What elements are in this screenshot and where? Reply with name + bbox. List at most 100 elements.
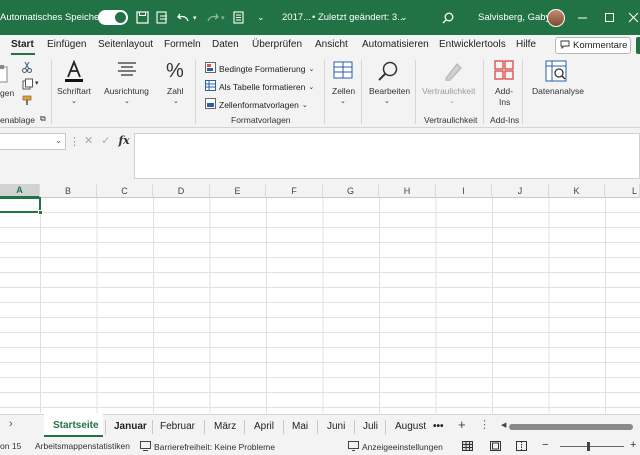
- name-box[interactable]: ⌄: [0, 133, 66, 150]
- conditional-formatting-button[interactable]: Bedingte Formatierung ⌄: [205, 62, 314, 75]
- paste-icon[interactable]: [0, 64, 8, 86]
- sheet-options-icon[interactable]: ⋮: [479, 418, 490, 431]
- cells-dropdown-icon[interactable]: ⌄: [340, 97, 346, 105]
- minimize-icon[interactable]: [577, 0, 588, 35]
- tab-formulas[interactable]: Formeln: [164, 39, 201, 50]
- alignment-label[interactable]: Ausrichtung: [104, 86, 149, 96]
- sensitivity-dropdown-icon[interactable]: ⌄: [449, 97, 455, 105]
- comments-button[interactable]: Kommentare: [555, 37, 631, 54]
- alignment-dropdown-icon[interactable]: ⌄: [124, 97, 130, 105]
- data-analysis-label[interactable]: Datenanalyse: [532, 86, 584, 96]
- zoom-slider[interactable]: [560, 446, 624, 447]
- column-header-j[interactable]: J: [492, 184, 549, 198]
- column-header-a[interactable]: A: [0, 184, 40, 198]
- tab-help[interactable]: Hilfe: [516, 39, 536, 50]
- cells-label[interactable]: Zellen: [332, 86, 355, 96]
- sheet-tab-juli[interactable]: Juli: [363, 421, 378, 432]
- cut-icon[interactable]: [22, 61, 32, 75]
- sheet-tab-august[interactable]: August: [395, 421, 426, 432]
- close-icon[interactable]: [628, 0, 639, 35]
- column-header-k[interactable]: K: [549, 184, 605, 198]
- last-changed[interactable]: • Zuletzt geändert: 3...: [312, 0, 405, 35]
- insert-function-icon[interactable]: fx: [118, 134, 129, 147]
- cell-grid[interactable]: [0, 198, 640, 413]
- tab-start[interactable]: Start: [11, 39, 34, 50]
- autosave-toggle[interactable]: [98, 0, 128, 35]
- tab-view[interactable]: Ansicht: [315, 39, 348, 50]
- confirm-icon[interactable]: ✓: [101, 134, 110, 147]
- zoom-in-button[interactable]: +: [630, 439, 636, 451]
- column-header-g[interactable]: G: [323, 184, 379, 198]
- font-icon[interactable]: [63, 59, 85, 84]
- sheet-tab-maerz[interactable]: März: [214, 421, 236, 432]
- alignment-icon[interactable]: [117, 61, 137, 81]
- copy-icon[interactable]: [22, 78, 34, 92]
- cancel-icon[interactable]: ✕: [84, 134, 93, 147]
- zoom-out-button[interactable]: −: [542, 439, 548, 451]
- undo-dropdown-icon[interactable]: ▾: [193, 0, 197, 35]
- editing-label[interactable]: Bearbeiten: [369, 86, 410, 96]
- more-sheets-icon[interactable]: •••: [433, 421, 444, 432]
- scroll-left-icon[interactable]: ◀: [501, 421, 506, 429]
- number-label[interactable]: Zahl: [167, 86, 184, 96]
- column-header-f[interactable]: F: [266, 184, 323, 198]
- save-icon[interactable]: [136, 0, 149, 35]
- addins-icon[interactable]: [494, 60, 514, 82]
- paste-label[interactable]: gen: [0, 88, 14, 98]
- column-header-l[interactable]: L: [605, 184, 640, 198]
- sheet-tab-startseite[interactable]: Startseite: [53, 420, 99, 431]
- normal-view-icon[interactable]: [462, 441, 473, 451]
- touch-mode-icon[interactable]: [156, 0, 169, 35]
- percent-icon[interactable]: %: [166, 60, 184, 83]
- font-label[interactable]: Schriftart: [57, 86, 91, 96]
- tab-automate[interactable]: Automatisieren: [362, 39, 429, 50]
- horizontal-scrollbar[interactable]: ◀: [501, 421, 637, 432]
- column-header-c[interactable]: C: [97, 184, 153, 198]
- sheet-tab-februar[interactable]: Februar: [160, 421, 195, 432]
- sensitivity-label[interactable]: Vertraulichkeit: [422, 86, 475, 96]
- share-button[interactable]: [636, 37, 640, 54]
- chevron-down-icon[interactable]: ⌄: [55, 136, 62, 145]
- clipboard-launcher-icon[interactable]: ⧉: [40, 114, 46, 124]
- title-dropdown-icon[interactable]: ⌄: [400, 0, 408, 35]
- tab-insert[interactable]: Einfügen: [47, 39, 86, 50]
- column-header-b[interactable]: B: [40, 184, 97, 198]
- avatar[interactable]: [547, 0, 565, 35]
- format-painter-icon[interactable]: [22, 95, 34, 109]
- column-header-e[interactable]: E: [210, 184, 266, 198]
- sheet-tab-april[interactable]: April: [254, 421, 274, 432]
- redo-dropdown-icon[interactable]: ▾: [221, 0, 225, 35]
- sheet-tab-januar[interactable]: Januar: [114, 421, 147, 432]
- formula-input[interactable]: [134, 133, 640, 179]
- sheet-tab-mai[interactable]: Mai: [292, 421, 308, 432]
- page-layout-view-icon[interactable]: [490, 441, 501, 451]
- copy-dropdown-icon[interactable]: ▾: [35, 79, 39, 87]
- user-name[interactable]: Salvisberg, Gaby: [478, 0, 550, 35]
- selected-cell-a1[interactable]: [0, 197, 43, 215]
- data-analysis-icon[interactable]: [545, 60, 567, 84]
- undo-icon[interactable]: [177, 0, 191, 35]
- zoom-slider-thumb[interactable]: [587, 442, 590, 451]
- column-header-d[interactable]: D: [153, 184, 210, 198]
- search-icon[interactable]: [442, 0, 454, 35]
- cell-styles-button[interactable]: Zellenformatvorlagen ⌄: [205, 98, 308, 111]
- column-header-h[interactable]: H: [379, 184, 436, 198]
- editing-dropdown-icon[interactable]: ⌄: [384, 97, 390, 105]
- number-dropdown-icon[interactable]: ⌄: [173, 97, 179, 105]
- addins-label-line1[interactable]: Add-: [495, 86, 513, 96]
- search-icon[interactable]: [377, 60, 399, 84]
- redo-icon[interactable]: [205, 0, 219, 35]
- tab-page-layout[interactable]: Seitenlayout: [98, 39, 153, 50]
- scroll-thumb[interactable]: [509, 424, 633, 430]
- column-header-i[interactable]: I: [436, 184, 492, 198]
- format-as-table-button[interactable]: Als Tabelle formatieren ⌄: [205, 80, 314, 93]
- fill-handle[interactable]: [38, 210, 43, 215]
- accessibility-status[interactable]: Barrierefreiheit: Keine Probleme: [140, 441, 275, 453]
- restore-icon[interactable]: [604, 0, 615, 35]
- sensitivity-icon[interactable]: [443, 60, 463, 84]
- tab-data[interactable]: Daten: [212, 39, 239, 50]
- formula-bar-handle-icon[interactable]: ⋮: [69, 135, 80, 148]
- qat-customize-icon[interactable]: ⌄: [257, 0, 265, 35]
- tab-review[interactable]: Überprüfen: [252, 39, 302, 50]
- font-dropdown-icon[interactable]: ⌄: [71, 97, 77, 105]
